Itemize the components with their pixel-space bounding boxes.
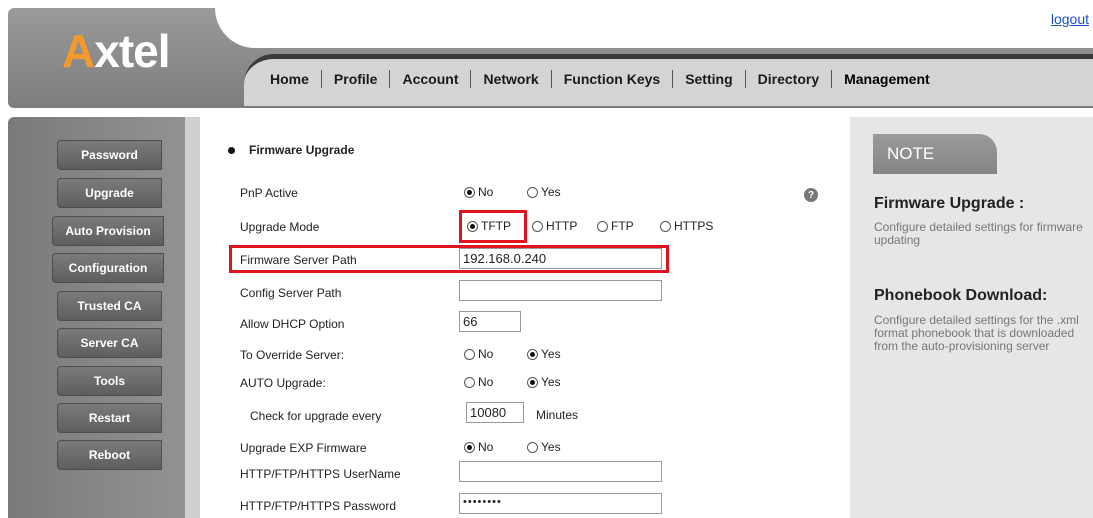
check-every-unit: Minutes — [536, 408, 579, 422]
override-server-yes[interactable]: Yes — [527, 347, 561, 361]
radio-checked-icon — [527, 376, 538, 388]
upgrade-mode-ftp[interactable]: FTP — [597, 219, 634, 233]
radio-checked-icon — [464, 441, 475, 453]
note-tab: NOTE — [873, 134, 997, 174]
auto-upgrade-no[interactable]: No — [464, 375, 493, 389]
option-label: FTP — [611, 219, 634, 233]
upgrade-mode-http[interactable]: HTTP — [532, 219, 577, 233]
upgrade-mode-tftp[interactable]: TFTP — [467, 219, 511, 233]
nav-management[interactable]: Management — [832, 71, 942, 87]
radio-unchecked-icon — [527, 186, 538, 198]
pnp-active-yes[interactable]: Yes — [527, 185, 561, 199]
nav-home[interactable]: Home — [258, 71, 321, 87]
pnp-active-label: PnP Active — [240, 186, 298, 200]
header-curve — [215, 0, 1093, 48]
header: Axtel Home Profile Account Network Funct… — [0, 0, 1093, 112]
sidebar-item-tools[interactable]: Tools — [57, 366, 162, 396]
auto-upgrade-label: AUTO Upgrade: — [240, 376, 326, 390]
option-label: HTTPS — [674, 219, 714, 233]
firmware-server-path-label: Firmware Server Path — [240, 253, 357, 267]
sidebar-item-reboot[interactable]: Reboot — [57, 440, 162, 470]
config-server-path-input[interactable] — [459, 280, 662, 301]
option-label: No — [478, 347, 494, 361]
nav-setting[interactable]: Setting — [673, 71, 744, 87]
sidebar-item-password[interactable]: Password — [57, 140, 162, 170]
auto-upgrade-yes[interactable]: Yes — [527, 375, 561, 389]
upgrade-mode-https[interactable]: HTTPS — [660, 219, 713, 233]
radio-checked-icon — [467, 220, 478, 232]
sidebar-item-server-ca[interactable]: Server CA — [57, 328, 162, 358]
main-nav: Home Profile Account Network Function Ke… — [258, 70, 942, 88]
note-text-phonebook: Configure detailed settings for the .xml… — [874, 313, 1079, 353]
bullet-icon — [228, 146, 235, 154]
axtel-logo: Axtel — [62, 24, 171, 78]
upgrade-exp-yes[interactable]: Yes — [527, 440, 561, 454]
option-label: TFTP — [481, 219, 511, 233]
option-label: Yes — [541, 347, 561, 361]
nav-account[interactable]: Account — [390, 71, 470, 87]
override-server-label: To Override Server: — [240, 348, 345, 362]
sidebar-edge — [185, 117, 200, 518]
check-every-input[interactable]: 10080 — [466, 402, 524, 423]
help-icon[interactable]: ? — [804, 188, 818, 202]
radio-unchecked-icon — [464, 348, 475, 360]
radio-unchecked-icon — [527, 441, 538, 453]
check-every-label: Check for upgrade every — [250, 409, 382, 423]
password-label: HTTP/FTP/HTTPS Password — [240, 499, 397, 513]
radio-unchecked-icon — [464, 376, 475, 388]
nav-directory[interactable]: Directory — [746, 71, 831, 87]
option-label: No — [478, 185, 494, 199]
note-heading-phonebook: Phonebook Download: — [874, 287, 1048, 304]
section-title-text: Firmware Upgrade — [249, 143, 355, 157]
radio-checked-icon — [527, 348, 538, 360]
upgrade-exp-label: Upgrade EXP Firmware — [240, 441, 367, 455]
option-label: HTTP — [546, 219, 578, 233]
username-label: HTTP/FTP/HTTPS UserName — [240, 467, 401, 481]
sidebar-item-auto-provision[interactable]: Auto Provision — [52, 216, 164, 246]
note-text-firmware: Configure detailed settings for firmware… — [874, 220, 1083, 247]
upgrade-mode-label: Upgrade Mode — [240, 220, 320, 234]
allow-dhcp-option-input[interactable]: 66 — [459, 311, 521, 332]
logo-prefix: A — [62, 25, 95, 77]
nav-function-keys[interactable]: Function Keys — [552, 71, 672, 87]
config-server-path-label: Config Server Path — [240, 286, 342, 300]
option-label: Yes — [541, 440, 561, 454]
upgrade-exp-no[interactable]: No — [464, 440, 493, 454]
logout-link[interactable]: logout — [1051, 11, 1089, 27]
option-label: Yes — [541, 375, 561, 389]
option-label: Yes — [541, 185, 561, 199]
radio-unchecked-icon — [660, 220, 671, 232]
nav-profile[interactable]: Profile — [322, 71, 390, 87]
radio-unchecked-icon — [532, 220, 543, 232]
option-label: No — [478, 375, 494, 389]
nav-network[interactable]: Network — [471, 71, 550, 87]
pnp-active-no[interactable]: No — [464, 185, 493, 199]
note-heading-firmware: Firmware Upgrade : — [874, 195, 1025, 212]
password-input[interactable]: •••••••• — [459, 493, 662, 514]
username-input[interactable] — [459, 461, 662, 482]
sidebar-item-restart[interactable]: Restart — [57, 403, 162, 433]
sidebar-item-configuration[interactable]: Configuration — [52, 253, 164, 283]
sidebar-item-upgrade[interactable]: Upgrade — [57, 178, 162, 208]
option-label: No — [478, 440, 494, 454]
sidebar-item-trusted-ca[interactable]: Trusted CA — [57, 291, 162, 321]
section-title: Firmware Upgrade — [228, 143, 354, 157]
override-server-no[interactable]: No — [464, 347, 493, 361]
allow-dhcp-option-label: Allow DHCP Option — [240, 317, 345, 331]
logo-suffix: xtel — [94, 25, 170, 77]
radio-checked-icon — [464, 186, 475, 198]
firmware-server-path-input[interactable]: 192.168.0.240 — [459, 248, 662, 269]
radio-unchecked-icon — [597, 220, 608, 232]
